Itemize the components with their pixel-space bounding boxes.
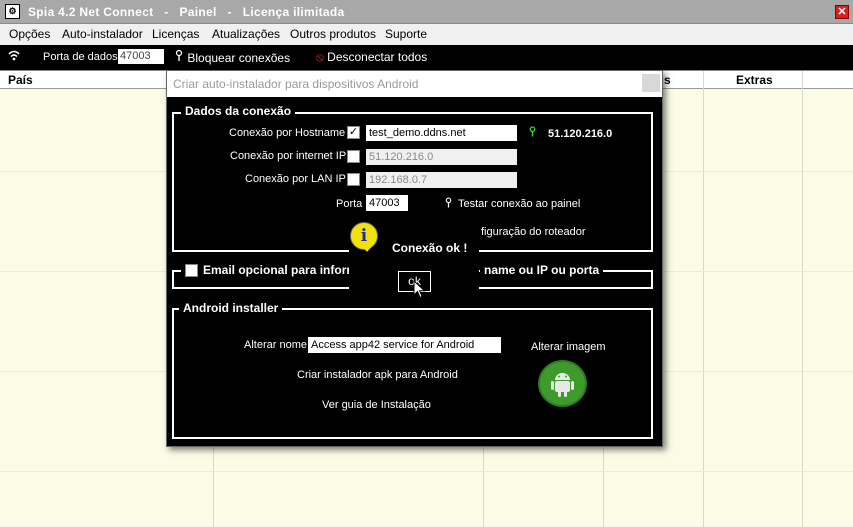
connection-group-legend: Dados da conexão [181,104,296,118]
menu-item-atualizacoes[interactable]: Atualizações [212,27,280,41]
window-title: Spia 4.2 Net Connect - Painel - Licença … [28,5,345,19]
block-connections-label: Bloquear conexões [187,51,291,65]
antenna-icon [444,197,453,212]
email-label-left: Email opcional para inform [203,263,358,277]
menu-item-auto-instalador[interactable]: Auto-instalador [62,27,143,41]
email-label-right: name ou IP ou porta [480,263,604,277]
dialog-close-button[interactable] [642,74,660,92]
router-config-link[interactable]: figuração do roteador [481,226,586,238]
menu-item-opcoes[interactable]: Opções [9,27,50,41]
internet-ip-input[interactable]: 51.120.216.0 [366,149,517,165]
block-connections-button[interactable]: Bloquear conexões [174,49,291,65]
lan-ip-label: Conexão por LAN IP [245,173,346,185]
hostname-label: Conexão por Hostname [229,127,346,139]
lan-ip-checkbox[interactable] [347,173,360,186]
grid-row-line [0,471,853,472]
column-header-s[interactable]: s [664,73,671,87]
data-port-label: Porta de dados: [43,51,121,63]
grid-divider [802,71,803,527]
email-checkbox[interactable] [185,264,198,278]
android-group-legend: Android installer [179,301,283,315]
hostname-ip-value: 51.120.216.0 [548,128,613,140]
disconnect-all-label: Desconectar todos [327,50,428,64]
email-group-legend: Email opcional para inform [181,263,362,278]
port-label: Porta [336,198,363,210]
android-icon [551,373,574,397]
installation-guide-link[interactable]: Ver guia de Instalação [322,399,431,411]
info-icon-tail [362,246,372,252]
create-apk-button[interactable]: Criar instalador apk para Android [297,369,458,381]
test-connection-button[interactable]: Testar conexão ao painel [458,198,580,210]
grid-divider [703,71,704,527]
disconnect-icon: ⦸ [316,50,324,64]
rename-label: Alterar nome [244,339,307,351]
data-port-input[interactable]: 47003 [118,49,164,64]
rename-input[interactable]: Access app42 service for Android [308,337,501,353]
wifi-icon [8,50,20,64]
column-header-pais[interactable]: País [8,73,33,87]
internet-ip-checkbox[interactable] [347,150,360,163]
dialog-title: Criar auto-instalador para dispositivos … [167,71,662,97]
menu-item-outros-produtos[interactable]: Outros produtos [290,27,376,41]
hostname-checkbox[interactable]: ✓ [347,126,360,139]
antenna-icon [528,126,537,141]
port-input[interactable]: 47003 [366,195,408,211]
message-text: Conexão ok ! [392,241,468,255]
disconnect-all-button[interactable]: ⦸ Desconectar todos [316,50,427,65]
mouse-cursor-icon [413,280,426,299]
change-image-label[interactable]: Alterar imagem [531,341,606,353]
internet-ip-label: Conexão por internet IP [230,150,347,162]
menu-item-licencas[interactable]: Licenças [152,27,199,41]
close-button[interactable]: ✕ [835,5,849,19]
hostname-input[interactable]: test_demo.ddns.net [366,125,517,141]
column-header-extras[interactable]: Extras [736,73,773,87]
antenna-icon [174,49,187,65]
android-image-button[interactable] [538,360,587,407]
menu-item-suporte[interactable]: Suporte [385,27,427,41]
lan-ip-input[interactable]: 192.168.0.7 [366,172,517,188]
toolbar: Porta de dados: 47003 Bloquear conexões … [0,45,853,70]
app-icon: ⚙ [5,4,20,19]
title-bar: ⚙ Spia 4.2 Net Connect - Painel - Licenç… [0,0,853,24]
menu-bar: Opções Auto-instalador Licenças Atualiza… [0,24,853,45]
